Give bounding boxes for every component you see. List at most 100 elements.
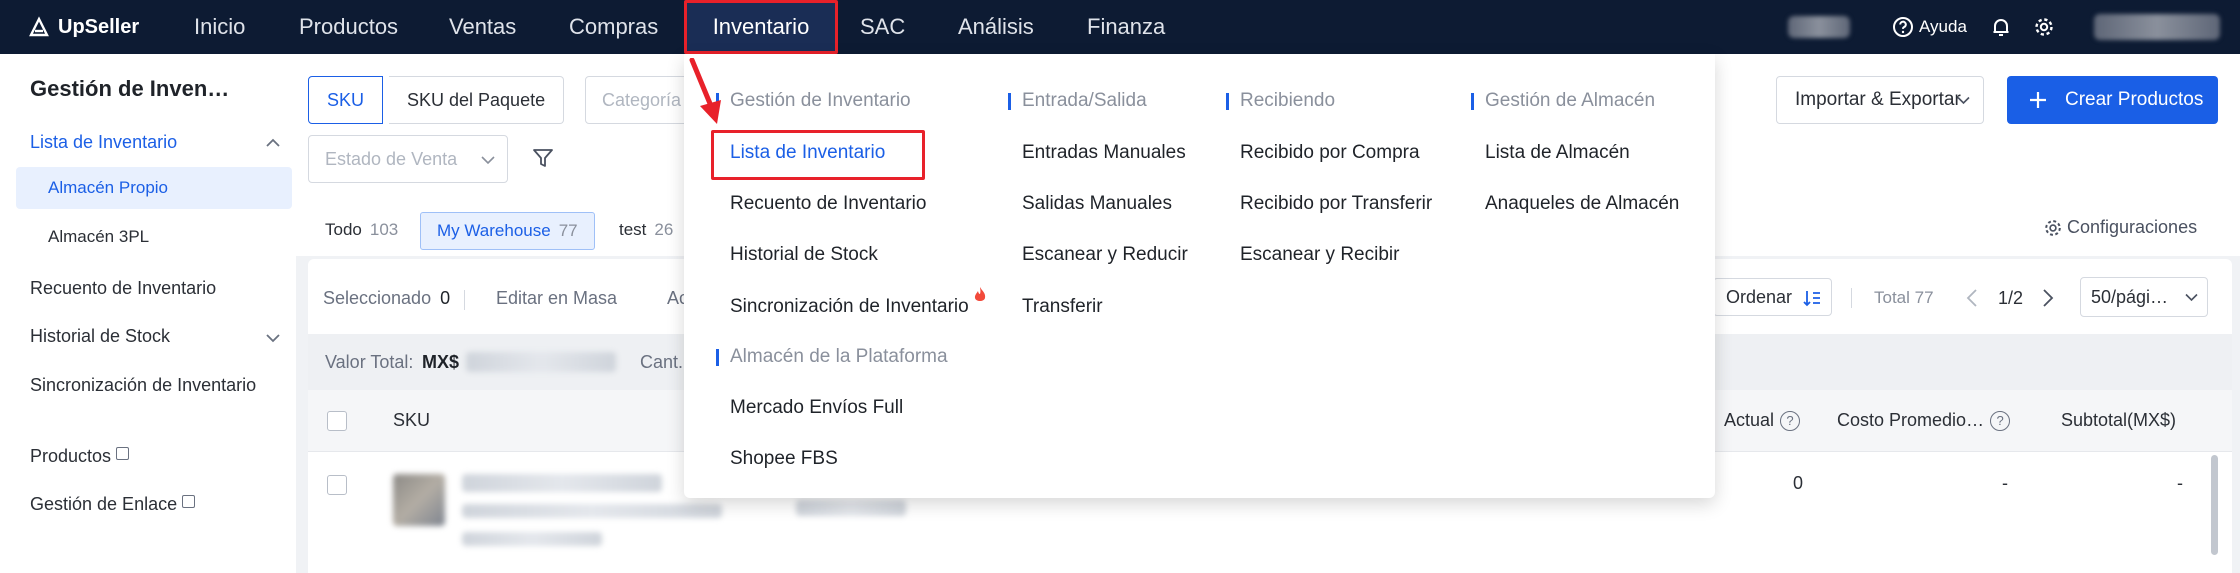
tab-sku[interactable]: SKU bbox=[308, 76, 384, 124]
estado-venta-select[interactable]: Estado de Venta bbox=[308, 135, 508, 183]
column-header-label: Costo Promedio… bbox=[1837, 410, 1985, 430]
create-products-button[interactable]: Crear Productos bbox=[2007, 76, 2218, 124]
sidebar: Gestión de Inven… Lista de Inventario Al… bbox=[0, 54, 296, 573]
menu-link-anaqueles-almacen[interactable]: Anaqueles de Almacén bbox=[1485, 193, 1679, 215]
nav-inicio[interactable]: Inicio bbox=[194, 0, 245, 54]
warehouse-tab-test[interactable]: test 26 bbox=[619, 212, 673, 250]
row-cost-value: - bbox=[2002, 473, 2008, 493]
sort-icon bbox=[1803, 291, 1820, 307]
total-value-currency: MX$ bbox=[422, 352, 460, 372]
sidebar-item-label: Historial de Stock bbox=[30, 326, 171, 346]
menu-link-lista-almacen[interactable]: Lista de Almacén bbox=[1485, 142, 1630, 164]
menu-link-transferir[interactable]: Transferir bbox=[1022, 296, 1103, 318]
help-label: Ayuda bbox=[1919, 17, 1967, 36]
import-export-button[interactable]: Importar & Exportar bbox=[1776, 76, 1984, 124]
divider bbox=[1851, 288, 1852, 308]
create-products-label: Crear Productos bbox=[2065, 89, 2204, 110]
sidebar-item-lista-inventario[interactable]: Lista de Inventario bbox=[30, 132, 177, 153]
menu-link-recuento-inventario[interactable]: Recuento de Inventario bbox=[730, 193, 926, 215]
sidebar-item-recuento[interactable]: Recuento de Inventario bbox=[30, 278, 216, 299]
warehouse-tab-my-warehouse[interactable]: My Warehouse 77 bbox=[420, 212, 595, 250]
sidebar-item-label: Lista de Inventario bbox=[30, 132, 178, 152]
help-icon[interactable]: ? bbox=[1990, 411, 2011, 432]
chevron-down-icon[interactable] bbox=[266, 333, 280, 343]
help-link[interactable]: Ayuda bbox=[1892, 0, 1967, 54]
menu-section-gestion-inventario: Gestión de Inventario bbox=[716, 90, 911, 112]
external-link-icon bbox=[116, 447, 130, 460]
configuraciones-label: Configuraciones bbox=[2067, 217, 2198, 237]
sidebar-item-historial[interactable]: Historial de Stock bbox=[30, 326, 170, 347]
menu-link-entradas-manuales[interactable]: Entradas Manuales bbox=[1022, 142, 1186, 164]
sort-label: Ordenar bbox=[1726, 287, 1793, 307]
menu-link-shopee-fbs[interactable]: Shopee FBS bbox=[730, 448, 838, 470]
sidebar-item-almacen-3pl[interactable]: Almacén 3PL bbox=[16, 216, 292, 258]
sidebar-item-almacen-propio[interactable]: Almacén Propio bbox=[16, 167, 292, 209]
nav-sac[interactable]: SAC bbox=[860, 0, 905, 54]
plus-icon bbox=[2030, 92, 2046, 108]
nav-productos[interactable]: Productos bbox=[299, 0, 398, 54]
nav-compras[interactable]: Compras bbox=[569, 0, 658, 54]
sidebar-item-label: Sincronización de Inventario bbox=[30, 375, 257, 395]
chevron-right-icon[interactable] bbox=[2042, 288, 2054, 308]
redacted-product-status bbox=[796, 500, 906, 516]
column-header-sku: SKU bbox=[393, 410, 431, 430]
upseller-logo[interactable]: UpSeller bbox=[27, 13, 139, 41]
column-header-actual: Actual? bbox=[1724, 410, 1801, 432]
edit-mass-button[interactable]: Editar en Masa bbox=[496, 288, 617, 309]
nav-finanza[interactable]: Finanza bbox=[1087, 0, 1165, 54]
page-size-select[interactable]: 50/pági… bbox=[2080, 277, 2208, 317]
quantity-label: Cant. bbox=[640, 352, 684, 372]
warehouse-tab-label: My Warehouse bbox=[437, 221, 551, 240]
chevron-up-icon[interactable] bbox=[266, 138, 280, 148]
menu-section-entrada-salida: Entrada/Salida bbox=[1008, 90, 1147, 112]
upseller-logo-icon bbox=[29, 16, 49, 37]
menu-link-historial-stock[interactable]: Historial de Stock bbox=[730, 244, 878, 266]
filter-icon[interactable] bbox=[532, 147, 554, 169]
menu-link-salidas-manuales[interactable]: Salidas Manuales bbox=[1022, 193, 1172, 215]
warehouse-tab-count: 103 bbox=[369, 220, 399, 239]
sidebar-item-productos[interactable]: Productos bbox=[30, 446, 130, 467]
annotation-arrow-icon bbox=[689, 58, 721, 124]
column-header-cost: Costo Promedio…? bbox=[1837, 410, 2011, 432]
sidebar-title: Gestión de Inven… bbox=[30, 76, 230, 101]
settings-button[interactable] bbox=[2033, 0, 2055, 54]
nav-inventario[interactable]: Inventario bbox=[686, 0, 836, 54]
redacted-store-selector[interactable] bbox=[1788, 16, 1850, 38]
notifications-bell[interactable] bbox=[1990, 0, 2012, 54]
row-checkbox[interactable] bbox=[327, 475, 347, 495]
redacted-product-detail bbox=[462, 504, 722, 518]
redacted-user-account[interactable] bbox=[2094, 14, 2220, 40]
nav-ventas[interactable]: Ventas bbox=[449, 0, 516, 54]
menu-link-escanear-recibir[interactable]: Escanear y Recibir bbox=[1240, 244, 1399, 266]
menu-link-label: Sincronización de Inventario bbox=[730, 296, 969, 317]
sidebar-item-label: Recuento de Inventario bbox=[30, 278, 217, 298]
total-count: Total 77 bbox=[1874, 288, 1934, 307]
row-actual-value: 0 bbox=[1793, 473, 1804, 493]
menu-link-mercado-envios-full[interactable]: Mercado Envíos Full bbox=[730, 397, 903, 419]
menu-link-sincronizacion-inventario[interactable]: Sincronización de Inventario bbox=[730, 287, 986, 318]
menu-section-almacen-plataforma: Almacén de la Plataforma bbox=[716, 346, 948, 368]
menu-link-recibido-compra[interactable]: Recibido por Compra bbox=[1240, 142, 1420, 164]
chevron-down-icon bbox=[2185, 293, 2198, 302]
tab-sku-paquete[interactable]: SKU del Paquete bbox=[389, 76, 565, 124]
sidebar-item-sincronizacion[interactable]: Sincronización de Inventario bbox=[30, 375, 256, 396]
nav-analisis[interactable]: Análisis bbox=[958, 0, 1034, 54]
menu-section-gestion-almacen: Gestión de Almacén bbox=[1471, 90, 1655, 112]
question-circle-icon bbox=[1893, 17, 1913, 37]
select-all-checkbox[interactable] bbox=[327, 411, 347, 431]
menu-link-lista-inventario[interactable]: Lista de Inventario bbox=[730, 142, 885, 164]
chevron-left-icon[interactable] bbox=[1966, 288, 1978, 308]
total-value-label: Valor Total: bbox=[325, 352, 414, 372]
gear-icon bbox=[2045, 219, 2061, 236]
top-navigation-bar: UpSeller Inicio Productos Ventas Compras… bbox=[0, 0, 2240, 54]
sidebar-item-gestion-enlace[interactable]: Gestión de Enlace bbox=[30, 494, 196, 515]
configuraciones-link[interactable]: Configuraciones bbox=[2043, 217, 2197, 238]
help-icon[interactable]: ? bbox=[1780, 411, 1801, 432]
menu-link-recibido-transferir[interactable]: Recibido por Transferir bbox=[1240, 193, 1432, 215]
table-scrollbar[interactable] bbox=[2211, 455, 2218, 555]
chevron-down-icon bbox=[1957, 96, 1970, 105]
warehouse-tab-todo[interactable]: Todo 103 bbox=[325, 212, 398, 250]
menu-link-escanear-reducir[interactable]: Escanear y Reducir bbox=[1022, 244, 1188, 266]
sort-button[interactable]: Ordenar bbox=[1713, 278, 1832, 316]
inventario-dropdown-menu: Gestión de Inventario Lista de Inventari… bbox=[684, 54, 1715, 498]
